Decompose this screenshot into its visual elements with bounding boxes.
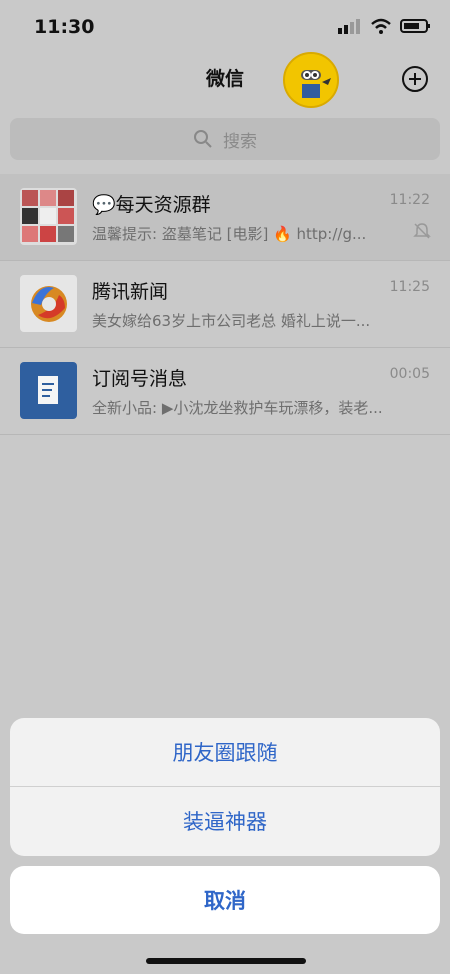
chat-name: 订阅号消息 (92, 368, 188, 390)
search-icon (194, 130, 212, 148)
chat-row-subscriptions[interactable]: 订阅号消息 全新小品: ▶小沈龙坐救护车玩漂移，装老... 00:05 (0, 348, 450, 435)
battery-icon (400, 19, 430, 33)
wifi-icon (371, 18, 391, 34)
chat-preview: 全新小品: ▶小沈龙坐救护车玩漂移，装老... (92, 399, 383, 417)
search-placeholder: 搜索 (223, 131, 257, 152)
cancel-button[interactable]: 取消 (10, 866, 440, 934)
group-avatar (20, 188, 77, 245)
chat-preview: 美女嫁给63岁上市公司老总 婚礼上说一... (92, 312, 371, 330)
chat-preview: 温馨提示: 盗墓笔记 [电影] 🔥 http://g... (92, 225, 367, 243)
tencent-news-avatar (20, 275, 77, 332)
chat-time: 11:22 (389, 192, 430, 208)
status-time: 11:30 (34, 16, 95, 38)
page-title: 微信 (205, 68, 244, 90)
search-bar[interactable]: 搜索 (10, 118, 440, 160)
profile-avatar[interactable] (283, 52, 339, 108)
chat-list: 💬每天资源群 温馨提示: 盗墓笔记 [电影] 🔥 http://g... 11:… (0, 174, 450, 435)
chat-time: 11:25 (389, 279, 430, 295)
mute-bell-icon (413, 223, 431, 239)
chat-row-tencent-news[interactable]: 腾讯新闻 美女嫁给63岁上市公司老总 婚礼上说一... 11:25 (0, 261, 450, 348)
status-icons (338, 18, 432, 34)
chat-name: 💬每天资源群 (92, 194, 211, 216)
add-button[interactable] (402, 66, 428, 92)
chat-time: 00:05 (389, 366, 430, 382)
subscription-avatar (20, 362, 77, 419)
chat-name: 腾讯新闻 (92, 281, 169, 303)
status-bar: 11:30 (0, 0, 450, 56)
moments-follow-button[interactable]: 朋友圈跟随 (10, 718, 440, 787)
signal-icon (338, 19, 360, 34)
action-sheet: 朋友圈跟随 装逼神器 (10, 718, 440, 856)
show-off-tool-button[interactable]: 装逼神器 (10, 787, 440, 855)
minion-icon (285, 54, 337, 106)
home-indicator (146, 958, 306, 964)
chat-row-resource-group[interactable]: 💬每天资源群 温馨提示: 盗墓笔记 [电影] 🔥 http://g... 11:… (0, 174, 450, 261)
